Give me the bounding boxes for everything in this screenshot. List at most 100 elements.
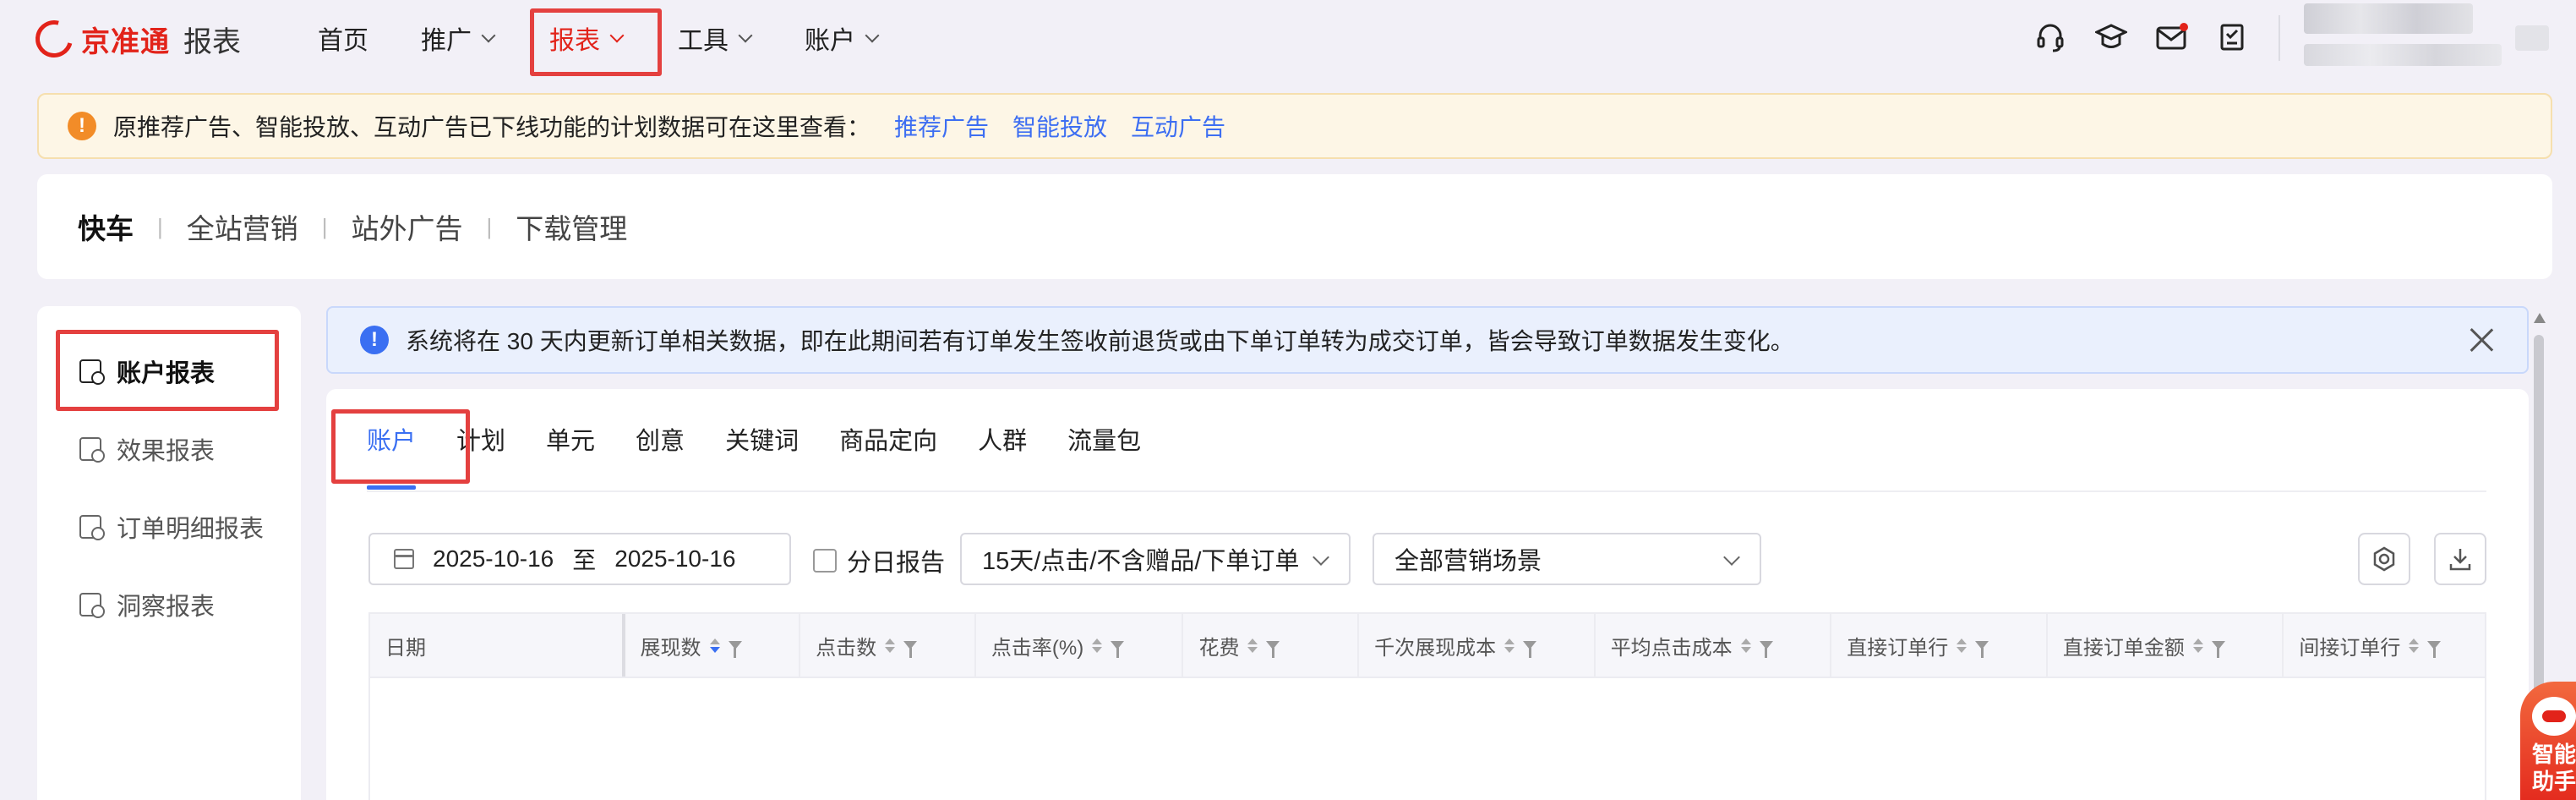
headset-icon[interactable]: [2032, 19, 2069, 56]
sort-icon[interactable]: [1092, 638, 1103, 653]
chevron-down-icon: [481, 28, 496, 43]
report-insight-icon: [79, 593, 105, 618]
logo-sub-text: 报表: [183, 25, 241, 58]
filter-icon[interactable]: [1523, 641, 1537, 658]
sort-icon[interactable]: [1247, 638, 1258, 653]
tab-audience[interactable]: 人群: [978, 421, 1027, 463]
filter-icon[interactable]: [2427, 641, 2442, 658]
column-header-direct-order-lines[interactable]: 直接订单行: [1831, 614, 2048, 677]
nav-account-label: 账户: [805, 27, 855, 55]
tab-keyword[interactable]: 关键词: [725, 421, 799, 463]
attribution-select[interactable]: 15天/点击/不含赠品/下单订单: [960, 533, 1351, 585]
sort-icon[interactable]: [885, 638, 896, 653]
sort-icon[interactable]: [1957, 638, 1967, 653]
column-header-impressions[interactable]: 展现数: [625, 614, 801, 677]
column-header-ctr[interactable]: 点击率(%): [976, 614, 1184, 677]
chevron-down-icon: [865, 28, 880, 43]
column-label: 千次展现成本: [1374, 636, 1497, 660]
logo-brand-text: 京准通: [81, 25, 170, 58]
nav-promotion-label: 推广: [421, 27, 472, 55]
end-date[interactable]: 2025-10-16: [614, 545, 735, 573]
filter-icon[interactable]: [728, 641, 742, 658]
sort-icon[interactable]: [2409, 638, 2420, 653]
chevron-down-icon: [609, 28, 625, 43]
report-dimension-tabs: 账户 计划 单元 创意 关键词 商品定向 人群 流量包: [367, 421, 1141, 463]
column-header-direct-order-amount[interactable]: 直接订单金额: [2048, 614, 2284, 677]
column-settings-button[interactable]: [2358, 533, 2410, 585]
filter-icon[interactable]: [903, 641, 918, 658]
smart-assistant-button[interactable]: 智能助手: [2520, 682, 2576, 800]
notice-link-interactive-ads[interactable]: 互动广告: [1131, 109, 1225, 143]
nav-home[interactable]: 首页: [318, 19, 368, 58]
download-icon: [2449, 549, 2471, 571]
tab-traffic-package[interactable]: 流量包: [1067, 421, 1141, 463]
close-icon[interactable]: [2468, 326, 2495, 353]
filter-icon[interactable]: [1266, 641, 1280, 658]
sidebar-item-order-detail-report[interactable]: 订单明细报表: [79, 506, 264, 548]
user-name-blurred[interactable]: [2304, 3, 2473, 34]
user-avatar-blurred[interactable]: [2515, 25, 2549, 51]
report-table-header: 日期 展现数 点击数 点击率(%) 花费 千次展现成本 平均点击成本 直接订单行…: [368, 612, 2486, 678]
tab-download-management[interactable]: 下载管理: [516, 206, 627, 247]
tab-offsite-ads[interactable]: 站外广告: [352, 206, 463, 247]
scroll-up-arrow[interactable]: [2534, 313, 2546, 323]
graduation-cap-icon[interactable]: [2093, 19, 2130, 56]
chevron-down-icon: [1723, 549, 1740, 566]
notice-link-recommend-ads[interactable]: 推荐广告: [894, 109, 989, 143]
daily-report-checkbox-group[interactable]: 分日报告: [813, 543, 945, 578]
tab-creative[interactable]: 创意: [636, 421, 685, 463]
daily-report-checkbox[interactable]: [813, 549, 837, 573]
nav-report-label: 报表: [549, 27, 600, 55]
notice-link-smart-delivery[interactable]: 智能投放: [1012, 109, 1107, 143]
marketing-scene-select-value: 全部营销场景: [1394, 548, 1542, 575]
nav-promotion[interactable]: 推广: [421, 19, 496, 58]
sort-icon[interactable]: [1740, 638, 1751, 653]
tab-express[interactable]: 快车: [78, 206, 134, 247]
report-table-body: [368, 678, 2486, 800]
column-label: 间接订单行: [2299, 636, 2401, 660]
filter-icon[interactable]: [1975, 641, 1989, 658]
date-range-picker[interactable]: 2025-10-16 至 2025-10-16: [368, 533, 791, 585]
start-date[interactable]: 2025-10-16: [433, 545, 554, 573]
gear-icon: [2373, 546, 2395, 572]
tab-full-site-marketing[interactable]: 全站营销: [187, 206, 298, 247]
sidebar-item-account-report[interactable]: 账户报表: [79, 350, 215, 392]
notice-text: 原推荐广告、智能投放、互动广告已下线功能的计划数据可在这里查看：: [113, 114, 871, 140]
assistant-label: 智能助手: [2531, 742, 2576, 794]
product-tab-bar: 快车 | 全站营销 | 站外广告 | 下载管理: [37, 174, 2552, 279]
chevron-down-icon: [1313, 549, 1329, 566]
nav-tools[interactable]: 工具: [678, 19, 753, 58]
tab-product-targeting[interactable]: 商品定向: [839, 421, 937, 463]
tab-divider: [367, 490, 2486, 492]
column-header-indirect-order-lines[interactable]: 间接订单行: [2284, 614, 2485, 677]
sort-icon[interactable]: [709, 638, 720, 653]
download-button[interactable]: [2434, 533, 2486, 585]
filter-icon[interactable]: [1111, 641, 1125, 658]
column-label: 点击数: [816, 636, 877, 660]
column-header-spend[interactable]: 花费: [1183, 614, 1360, 677]
sidebar-item-performance-report[interactable]: 效果报表: [79, 428, 215, 470]
chevron-down-icon: [738, 28, 753, 43]
column-label: 直接订单金额: [2062, 636, 2185, 660]
sidebar-item-label: 账户报表: [117, 360, 216, 387]
sidebar-item-insight-report[interactable]: 洞察报表: [79, 584, 215, 626]
mail-icon[interactable]: [2153, 19, 2191, 56]
tab-unit[interactable]: 单元: [546, 421, 595, 463]
order-data-info-banner: ! 系统将在 30 天内更新订单相关数据，即在此期间若有订单发生签收前退货或由下…: [326, 306, 2529, 374]
checklist-icon[interactable]: [2214, 19, 2251, 56]
filter-icon[interactable]: [2211, 641, 2225, 658]
column-header-clicks[interactable]: 点击数: [800, 614, 976, 677]
marketing-scene-select[interactable]: 全部营销场景: [1373, 533, 1761, 585]
column-header-avg-cpc[interactable]: 平均点击成本: [1596, 614, 1832, 677]
sort-icon[interactable]: [1504, 638, 1515, 653]
column-header-date: 日期: [370, 614, 625, 677]
nav-account[interactable]: 账户: [805, 19, 880, 58]
date-range-separator: 至: [572, 547, 597, 573]
column-header-cpm[interactable]: 千次展现成本: [1359, 614, 1596, 677]
logo[interactable]: 京准通 报表: [28, 13, 241, 65]
sidebar-item-label: 效果报表: [117, 438, 216, 465]
filter-icon[interactable]: [1759, 641, 1773, 658]
sort-icon[interactable]: [2192, 638, 2203, 653]
nav-report[interactable]: 报表: [549, 19, 625, 58]
column-label: 平均点击成本: [1610, 636, 1733, 660]
